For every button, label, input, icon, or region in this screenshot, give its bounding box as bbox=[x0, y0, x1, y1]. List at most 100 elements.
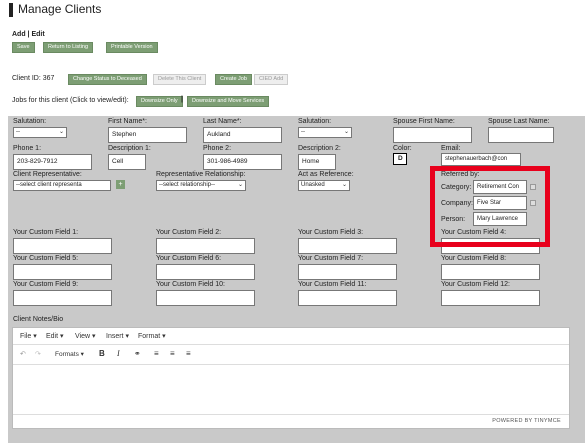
add-rep-icon[interactable]: + bbox=[116, 180, 125, 189]
bold-icon[interactable]: B bbox=[99, 349, 105, 358]
align-left-icon[interactable]: ≡ bbox=[154, 349, 159, 358]
custom-field-11-input[interactable] bbox=[298, 290, 397, 306]
custom-field-3-input[interactable] bbox=[298, 238, 397, 254]
printable-version-button[interactable]: Printable Version bbox=[106, 42, 158, 53]
custom-field-9-label: Your Custom Field 9: bbox=[13, 281, 79, 288]
custom-field-5-input[interactable] bbox=[13, 264, 112, 280]
salutation2-select[interactable]: -- ⌄ bbox=[298, 127, 352, 138]
desc2-input[interactable]: Home bbox=[298, 154, 336, 170]
chevron-down-icon: ⌄ bbox=[58, 129, 64, 135]
editor-statusbar: POWERED BY TINYMCE bbox=[13, 414, 569, 428]
phone1-input[interactable]: 203-829-7912 bbox=[13, 154, 92, 170]
separator: | bbox=[181, 96, 183, 103]
menu-view[interactable]: View ▾ bbox=[75, 332, 96, 340]
custom-field-10-label: Your Custom Field 10: bbox=[156, 281, 225, 288]
rep-relationship-label: Representative Relationship: bbox=[156, 171, 246, 178]
custom-field-3-label: Your Custom Field 3: bbox=[298, 229, 364, 236]
custom-field-2-input[interactable] bbox=[156, 238, 255, 254]
salutation-select[interactable]: -- ⌄ bbox=[13, 127, 67, 138]
delete-client-button[interactable]: Delete This Client bbox=[153, 74, 207, 85]
custom-field-8-label: Your Custom Field 8: bbox=[441, 255, 507, 262]
custom-field-11-label: Your Custom Field 11: bbox=[298, 281, 367, 288]
caret-down-icon: ▾ bbox=[162, 333, 166, 340]
custom-field-5-label: Your Custom Field 5: bbox=[13, 255, 79, 262]
client-rep-select[interactable]: --select client representa bbox=[13, 180, 111, 191]
first-name-input[interactable]: Stephen bbox=[108, 127, 187, 143]
italic-icon[interactable]: I bbox=[117, 349, 120, 358]
phone1-label: Phone 1: bbox=[13, 145, 42, 152]
caret-down-icon: ▾ bbox=[60, 333, 64, 340]
spouse-last-input[interactable] bbox=[488, 127, 554, 143]
menu-insert[interactable]: Insert ▾ bbox=[106, 332, 129, 340]
create-job-button[interactable]: Create Job bbox=[215, 74, 252, 85]
chevron-down-icon: ⌄ bbox=[343, 129, 349, 135]
phone2-label: Phone 2: bbox=[203, 145, 232, 152]
desc1-input[interactable]: Cell bbox=[108, 154, 146, 170]
caret-down-icon: ▾ bbox=[92, 333, 96, 340]
caret-down-icon: ▾ bbox=[125, 333, 129, 340]
custom-field-6-input[interactable] bbox=[156, 264, 255, 280]
undo-icon[interactable]: ↶ bbox=[20, 350, 26, 358]
email-input[interactable]: stephenauerbach@con bbox=[441, 153, 521, 166]
email-label: Email: bbox=[441, 145, 461, 152]
custom-field-2-label: Your Custom Field 2: bbox=[156, 229, 222, 236]
link-icon[interactable]: ⚭ bbox=[134, 349, 141, 358]
editor-toolbar: ↶ ↷ Formats ▾ B I ⚭ ≡ ≡ ≡ bbox=[13, 345, 569, 365]
chevron-down-icon: ⌄ bbox=[341, 182, 347, 188]
spouse-last-label: Spouse Last Name: bbox=[488, 118, 550, 125]
cied-add-button[interactable]: CIED Add bbox=[254, 74, 289, 85]
custom-field-9-input[interactable] bbox=[13, 290, 112, 306]
caret-down-icon: ▾ bbox=[33, 333, 37, 340]
custom-field-7-label: Your Custom Field 7: bbox=[298, 255, 364, 262]
save-button[interactable]: Save bbox=[12, 42, 35, 53]
align-center-icon[interactable]: ≡ bbox=[170, 349, 175, 358]
add-edit-label: Add | Edit bbox=[12, 31, 45, 38]
color-label: Color: bbox=[393, 145, 412, 152]
spouse-first-label: Spouse First Name: bbox=[393, 118, 455, 125]
color-picker[interactable]: D bbox=[393, 153, 407, 165]
menu-edit[interactable]: Edit ▾ bbox=[46, 332, 64, 340]
formats-dropdown[interactable]: Formats ▾ bbox=[55, 350, 84, 358]
page-title: Manage Clients bbox=[18, 2, 102, 16]
caret-down-icon: ▾ bbox=[80, 351, 84, 358]
powered-by-label: POWERED BY TINYMCE bbox=[492, 418, 561, 424]
menu-format[interactable]: Format ▾ bbox=[138, 332, 166, 340]
rich-text-editor: File ▾ Edit ▾ View ▾ Insert ▾ Format ▾ ↶… bbox=[12, 327, 570, 429]
title-accent-bar bbox=[9, 3, 13, 17]
last-name-label: Last Name*: bbox=[203, 118, 242, 125]
return-to-listing-button[interactable]: Return to Listing bbox=[43, 42, 94, 53]
desc1-label: Description 1: bbox=[108, 145, 151, 152]
client-rep-label: Client Representative: bbox=[13, 171, 82, 178]
jobs-label: Jobs for this client (Click to view/edit… bbox=[12, 97, 129, 104]
chevron-down-icon: ⌄ bbox=[237, 182, 243, 188]
client-notes-label: Client Notes/Bio bbox=[13, 316, 64, 323]
downsize-only-button[interactable]: Downsize Only bbox=[136, 96, 183, 107]
desc2-label: Description 2: bbox=[298, 145, 341, 152]
custom-field-7-input[interactable] bbox=[298, 264, 397, 280]
first-name-label: First Name*: bbox=[108, 118, 147, 125]
salutation2-label: Salutation: bbox=[298, 118, 332, 125]
client-id-label: Client ID: 367 bbox=[12, 75, 55, 82]
custom-field-8-input[interactable] bbox=[441, 264, 540, 280]
custom-field-10-input[interactable] bbox=[156, 290, 255, 306]
spouse-first-input[interactable] bbox=[393, 127, 472, 143]
salutation-label: Salutation: bbox=[13, 118, 47, 125]
act-as-reference-select[interactable]: Unasked ⌄ bbox=[298, 180, 350, 191]
highlight-box bbox=[430, 166, 550, 247]
act-as-reference-label: Act as Reference: bbox=[298, 171, 354, 178]
menu-file[interactable]: File ▾ bbox=[20, 332, 37, 340]
rep-relationship-select[interactable]: --select relationship-- ⌄ bbox=[156, 180, 246, 191]
editor-menubar: File ▾ Edit ▾ View ▾ Insert ▾ Format ▾ bbox=[13, 328, 569, 345]
downsize-move-button[interactable]: Downsize and Move Services bbox=[187, 96, 270, 107]
custom-field-12-input[interactable] bbox=[441, 290, 540, 306]
custom-field-1-input[interactable] bbox=[13, 238, 112, 254]
editor-content-area[interactable] bbox=[13, 365, 569, 415]
custom-field-6-label: Your Custom Field 6: bbox=[156, 255, 222, 262]
change-status-button[interactable]: Change Status to Deceased bbox=[68, 74, 147, 85]
last-name-input[interactable]: Aukland bbox=[203, 127, 282, 143]
phone2-input[interactable]: 301-986-4989 bbox=[203, 154, 282, 170]
redo-icon[interactable]: ↷ bbox=[35, 350, 41, 358]
align-right-icon[interactable]: ≡ bbox=[186, 349, 191, 358]
custom-field-12-label: Your Custom Field 12: bbox=[441, 281, 510, 288]
custom-field-1-label: Your Custom Field 1: bbox=[13, 229, 79, 236]
